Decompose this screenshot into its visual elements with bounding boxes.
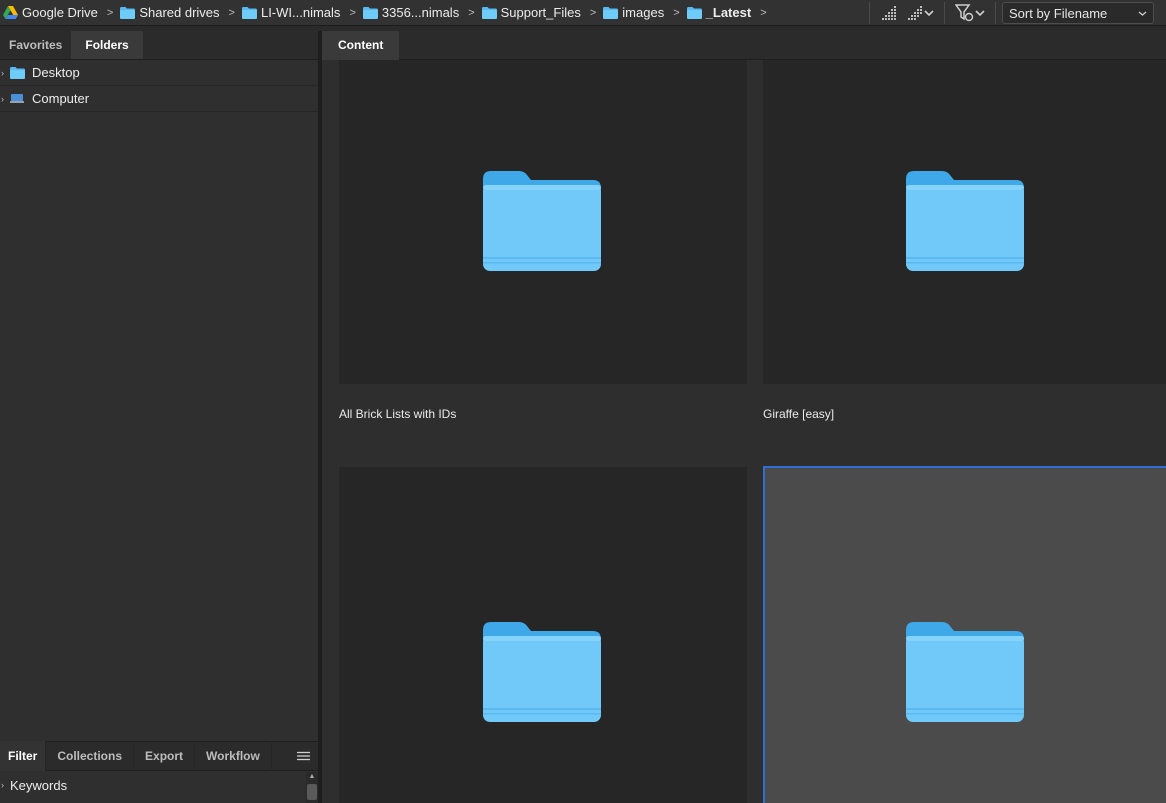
tab-favorites[interactable]: Favorites: [0, 31, 71, 59]
disclosure-triangle-icon[interactable]: ›: [0, 780, 10, 790]
chevron-right-icon: >: [349, 6, 356, 19]
filter-section-label: Keywords: [10, 777, 68, 793]
chevron-right-icon[interactable]: >: [760, 7, 766, 19]
scrollbar-thumb[interactable]: [307, 784, 317, 800]
folder-icon: [906, 171, 1024, 271]
breadcrumb-label: Google Drive: [22, 5, 98, 20]
tab-workflow[interactable]: Workflow: [195, 741, 272, 771]
folder-thumbnail[interactable]: [339, 467, 747, 803]
vertical-scrollbar[interactable]: ▲: [306, 772, 318, 803]
tab-collections[interactable]: Collections: [46, 741, 135, 771]
chevron-right-icon: >: [589, 6, 597, 19]
sort-dropdown[interactable]: Sort by Filename: [1002, 2, 1154, 24]
signal-quality-menu-icon: [908, 6, 922, 20]
bottom-panel-tabs: Filter Collections Export Workflow: [0, 741, 318, 771]
folder-icon: [362, 6, 378, 19]
quality-button[interactable]: [876, 2, 902, 24]
breadcrumb-3356-nimals[interactable]: 3356...nimals: [362, 3, 460, 23]
breadcrumb-shared-drives[interactable]: Shared drives: [120, 3, 220, 23]
breadcrumb-label: LI-WI...nimals: [260, 5, 341, 20]
tab-filter[interactable]: Filter: [0, 741, 47, 771]
panel-menu-button[interactable]: [288, 741, 318, 771]
breadcrumb-label: _Latest: [705, 5, 752, 20]
breadcrumb-label: Support_Files: [500, 5, 581, 20]
breadcrumb-images[interactable]: images: [603, 3, 664, 23]
folder-icon: [483, 622, 601, 722]
filter-section-keywords[interactable]: › Keywords: [0, 772, 306, 798]
folder-icon: [241, 6, 257, 19]
sort-label: Sort by Filename: [1009, 5, 1108, 21]
tab-export[interactable]: Export: [134, 741, 196, 771]
folder-icon: [906, 622, 1024, 722]
chevron-right-icon: >: [106, 6, 114, 19]
folder-icon: [481, 6, 497, 19]
folder-icon: [603, 6, 619, 19]
breadcrumb-support-files[interactable]: Support_Files: [481, 3, 581, 23]
folder-name[interactable]: Giraffe [easy]: [763, 407, 834, 421]
breadcrumb-latest[interactable]: _Latest: [686, 3, 752, 23]
chevron-right-icon: >: [228, 6, 235, 19]
filter-menu-button[interactable]: [951, 2, 989, 24]
google-drive-icon: [3, 6, 18, 19]
quality-menu-button[interactable]: [902, 2, 938, 24]
content-tabbar: Content: [322, 31, 1166, 60]
folder-thumbnail-selected[interactable]: [763, 466, 1166, 803]
tree-item-label: Computer: [32, 91, 90, 106]
path-bar: Google Drive > Shared drives > LI-WI...n…: [0, 0, 1166, 26]
chevron-down-icon: [1138, 11, 1147, 16]
disclosure-triangle-icon[interactable]: ›: [0, 94, 10, 104]
breadcrumb-li-wi-nimals[interactable]: LI-WI...nimals: [241, 3, 341, 23]
chevron-down-icon: [924, 10, 934, 17]
divider: [995, 2, 996, 24]
folder-name[interactable]: All Brick Lists with IDs: [339, 407, 456, 421]
computer-icon: [10, 94, 24, 103]
disclosure-triangle-icon[interactable]: ›: [0, 68, 10, 78]
breadcrumb: Google Drive > Shared drives > LI-WI...n…: [0, 0, 774, 26]
tab-folders[interactable]: Folders: [71, 31, 143, 59]
folder-icon: [686, 6, 702, 19]
folder-thumbnail[interactable]: [339, 60, 747, 384]
folder-icon: [483, 171, 601, 271]
breadcrumb-label: 3356...nimals: [381, 5, 460, 20]
hamburger-menu-icon: [296, 751, 310, 761]
tree-item-desktop[interactable]: › Desktop: [0, 60, 318, 86]
left-panel: Favorites Folders › Desktop › Computer: [0, 31, 318, 803]
tree-item-computer[interactable]: › Computer: [0, 86, 318, 112]
chevron-right-icon: >: [673, 6, 680, 19]
toolbar: Sort by Filename: [863, 0, 1166, 26]
breadcrumb-google-drive[interactable]: Google Drive: [3, 3, 98, 23]
left-panel-tabs: Favorites Folders: [0, 31, 318, 60]
tree-item-label: Desktop: [32, 65, 80, 80]
breadcrumb-label: Shared drives: [139, 5, 220, 20]
chevron-right-icon: >: [468, 6, 475, 19]
folder-icon: [120, 6, 136, 19]
breadcrumb-label: images: [622, 5, 665, 20]
content-grid: All Brick Lists with IDs Giraffe [easy]: [322, 60, 1166, 803]
filter-menu-icon: [955, 4, 974, 22]
divider: [944, 2, 945, 24]
signal-quality-icon: [882, 6, 896, 20]
folder-thumbnail[interactable]: [763, 60, 1166, 384]
scroll-up-icon[interactable]: ▲: [306, 772, 318, 782]
tab-content[interactable]: Content: [322, 31, 400, 60]
chevron-down-icon: [975, 10, 985, 17]
divider: [869, 2, 870, 24]
folder-icon: [10, 66, 25, 79]
